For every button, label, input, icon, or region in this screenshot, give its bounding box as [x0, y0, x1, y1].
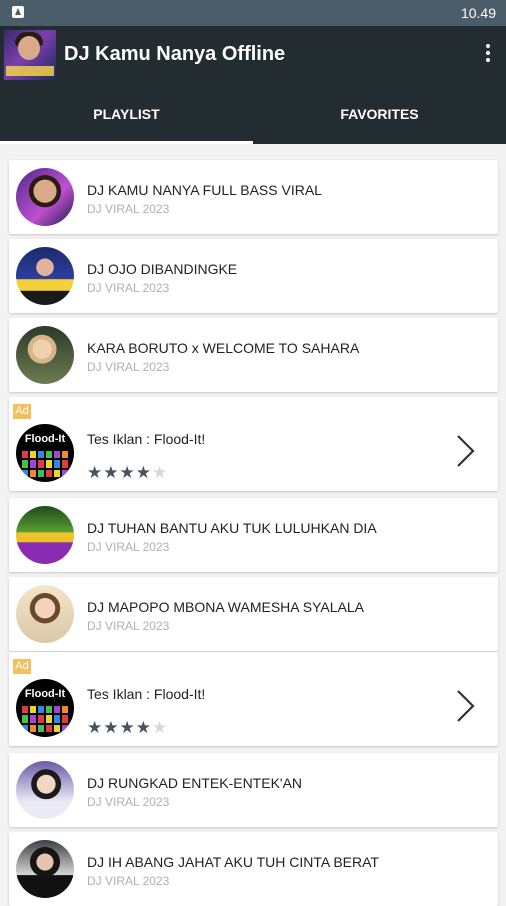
list-item[interactable]: DJ KAMU NANYA FULL BASS VIRAL DJ VIRAL 2… [9, 160, 498, 234]
song-thumbnail [16, 585, 74, 643]
song-thumbnail [16, 840, 74, 898]
song-thumbnail [16, 506, 74, 564]
tab-favorites[interactable]: FAVORITES [253, 84, 506, 144]
ad-item[interactable]: Ad Flood-It Tes Iklan : Flood-It! ★★★★★ [9, 652, 498, 746]
song-thumbnail [16, 168, 74, 226]
app-title: DJ Kamu Nanya Offline [64, 43, 286, 65]
song-subtitle: DJ VIRAL 2023 [87, 874, 170, 888]
song-title: DJ KAMU NANYA FULL BASS VIRAL [87, 182, 322, 198]
list-item[interactable]: DJ IH ABANG JAHAT AKU TUH CINTA BERAT DJ… [9, 832, 498, 906]
app-logo [4, 30, 56, 80]
app-bar: DJ Kamu Nanya Offline [0, 26, 506, 84]
ad-item[interactable]: Ad Flood-It Tes Iklan : Flood-It! ★★★★★ [9, 397, 498, 491]
song-subtitle: DJ VIRAL 2023 [87, 619, 170, 633]
ad-badge: Ad [13, 404, 31, 419]
song-thumbnail [16, 326, 74, 384]
list-item[interactable]: DJ OJO DIBANDINGKE DJ VIRAL 2023 [9, 239, 498, 313]
song-title: DJ RUNGKAD ENTEK-ENTEK'AN [87, 775, 303, 791]
list-item[interactable]: DJ RUNGKAD ENTEK-ENTEK'AN DJ VIRAL 2023 [9, 753, 498, 827]
ad-thumbnail-text: Flood-It [24, 688, 66, 700]
list-item[interactable]: KARA BORUTO x WELCOME TO SAHARA DJ VIRAL… [9, 318, 498, 392]
song-title: DJ OJO DIBANDINGKE [87, 261, 238, 277]
song-subtitle: DJ VIRAL 2023 [87, 281, 170, 295]
overflow-menu-icon[interactable] [484, 44, 492, 66]
list-item[interactable]: DJ MAPOPO MBONA WAMESHA SYALALA DJ VIRAL… [9, 577, 498, 651]
ad-thumbnail: Flood-It [16, 424, 74, 482]
song-subtitle: DJ VIRAL 2023 [87, 360, 170, 374]
tab-playlist[interactable]: PLAYLIST [0, 84, 253, 144]
status-time: 10.49 [460, 5, 496, 21]
app-notification-icon [12, 6, 24, 18]
chevron-right-icon[interactable] [454, 434, 476, 468]
ad-title: Tes Iklan : Flood-It! [87, 431, 206, 447]
tab-bar: PLAYLIST FAVORITES [0, 84, 506, 144]
ad-rating: ★★★★★ [87, 463, 169, 482]
tab-indicator [0, 141, 253, 144]
ad-title: Tes Iklan : Flood-It! [87, 686, 206, 702]
list-item[interactable]: DJ TUHAN BANTU AKU TUK LULUHKAN DIA DJ V… [9, 498, 498, 572]
song-title: KARA BORUTO x WELCOME TO SAHARA [87, 340, 360, 356]
song-subtitle: DJ VIRAL 2023 [87, 540, 170, 554]
song-subtitle: DJ VIRAL 2023 [87, 795, 170, 809]
song-thumbnail [16, 761, 74, 819]
ad-badge: Ad [13, 659, 31, 674]
status-bar: 10.49 [0, 0, 506, 26]
song-title: DJ TUHAN BANTU AKU TUK LULUHKAN DIA [87, 520, 377, 536]
ad-thumbnail: Flood-It [16, 679, 74, 737]
song-subtitle: DJ VIRAL 2023 [87, 202, 170, 216]
chevron-right-icon[interactable] [454, 689, 476, 723]
song-thumbnail [16, 247, 74, 305]
song-title: DJ MAPOPO MBONA WAMESHA SYALALA [87, 599, 364, 615]
song-title: DJ IH ABANG JAHAT AKU TUH CINTA BERAT [87, 854, 379, 870]
ad-thumbnail-text: Flood-It [24, 433, 66, 445]
ad-rating: ★★★★★ [87, 718, 169, 737]
